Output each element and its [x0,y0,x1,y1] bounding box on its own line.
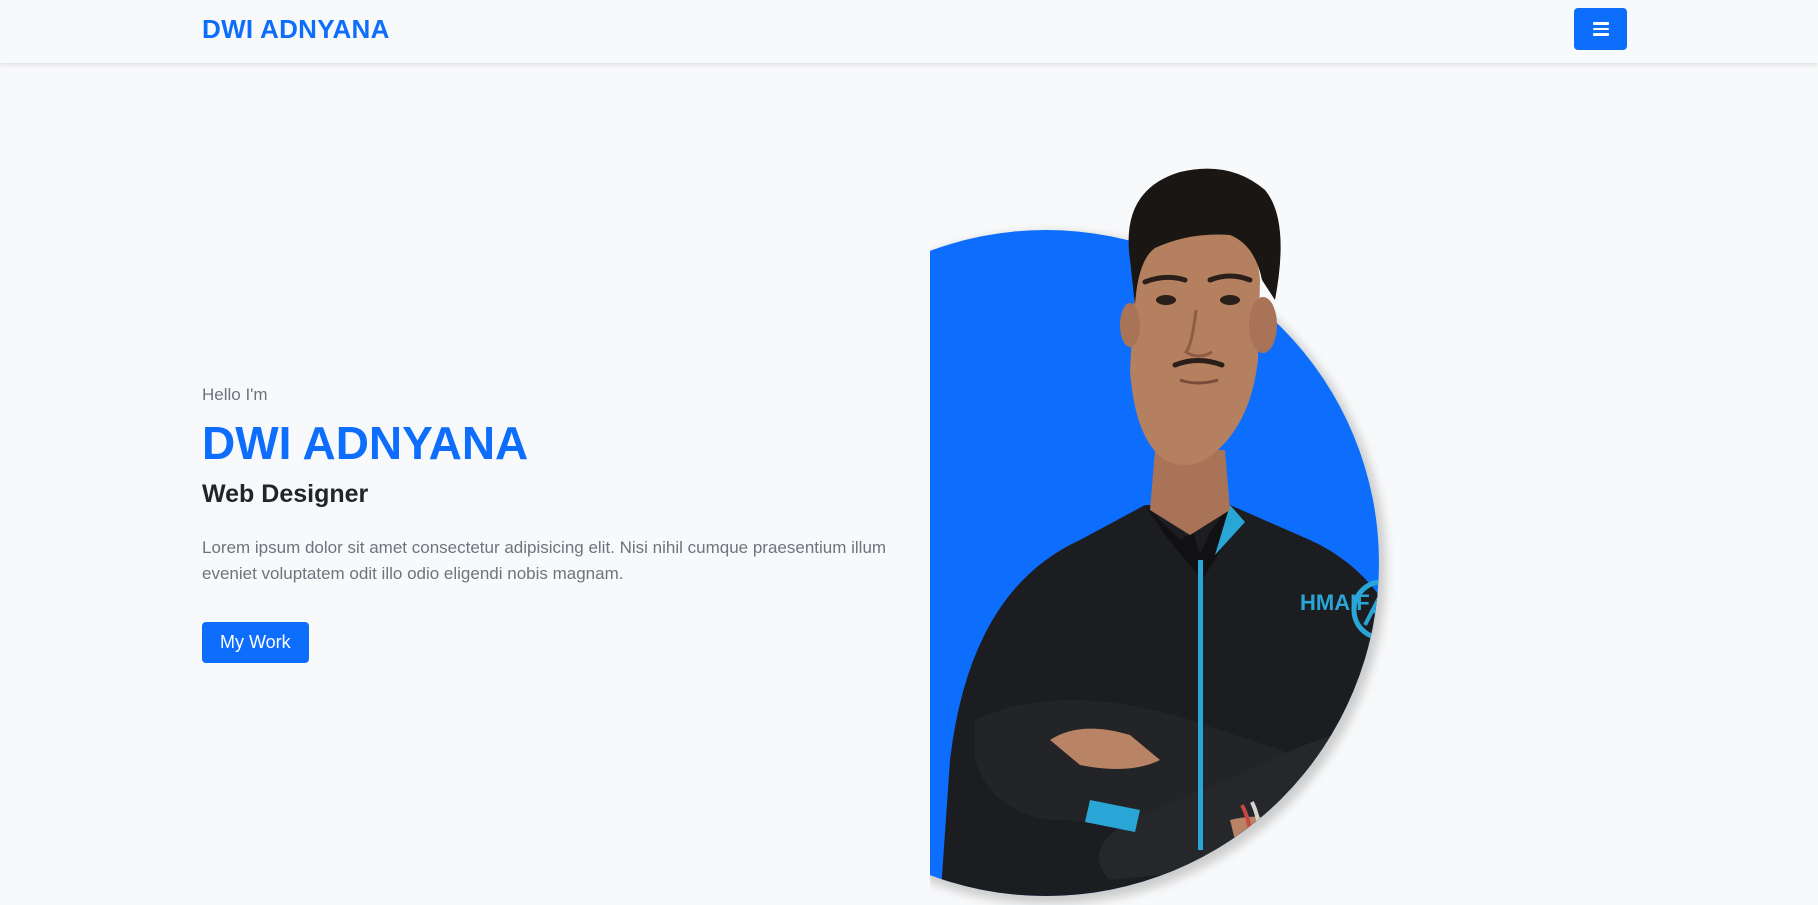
hamburger-icon [1593,22,1609,36]
brand-logo[interactable]: DWI ADNYANA [202,14,390,45]
hero-greeting: Hello I'm [202,385,268,404]
navbar: DWI ADNYANA [0,0,1818,63]
menu-toggle-button[interactable] [1574,8,1627,50]
hero-section: Hello I'm DWI ADNYANA Web Designer Lorem… [202,385,902,663]
my-work-button[interactable]: My Work [202,621,309,663]
hero-role: Web Designer [202,479,369,508]
hero-description: Lorem ipsum dolor sit amet consectetur a… [202,537,887,583]
hero-name: DWI ADNYANA [202,417,529,469]
profile-portrait: HMAIF [930,168,1386,904]
